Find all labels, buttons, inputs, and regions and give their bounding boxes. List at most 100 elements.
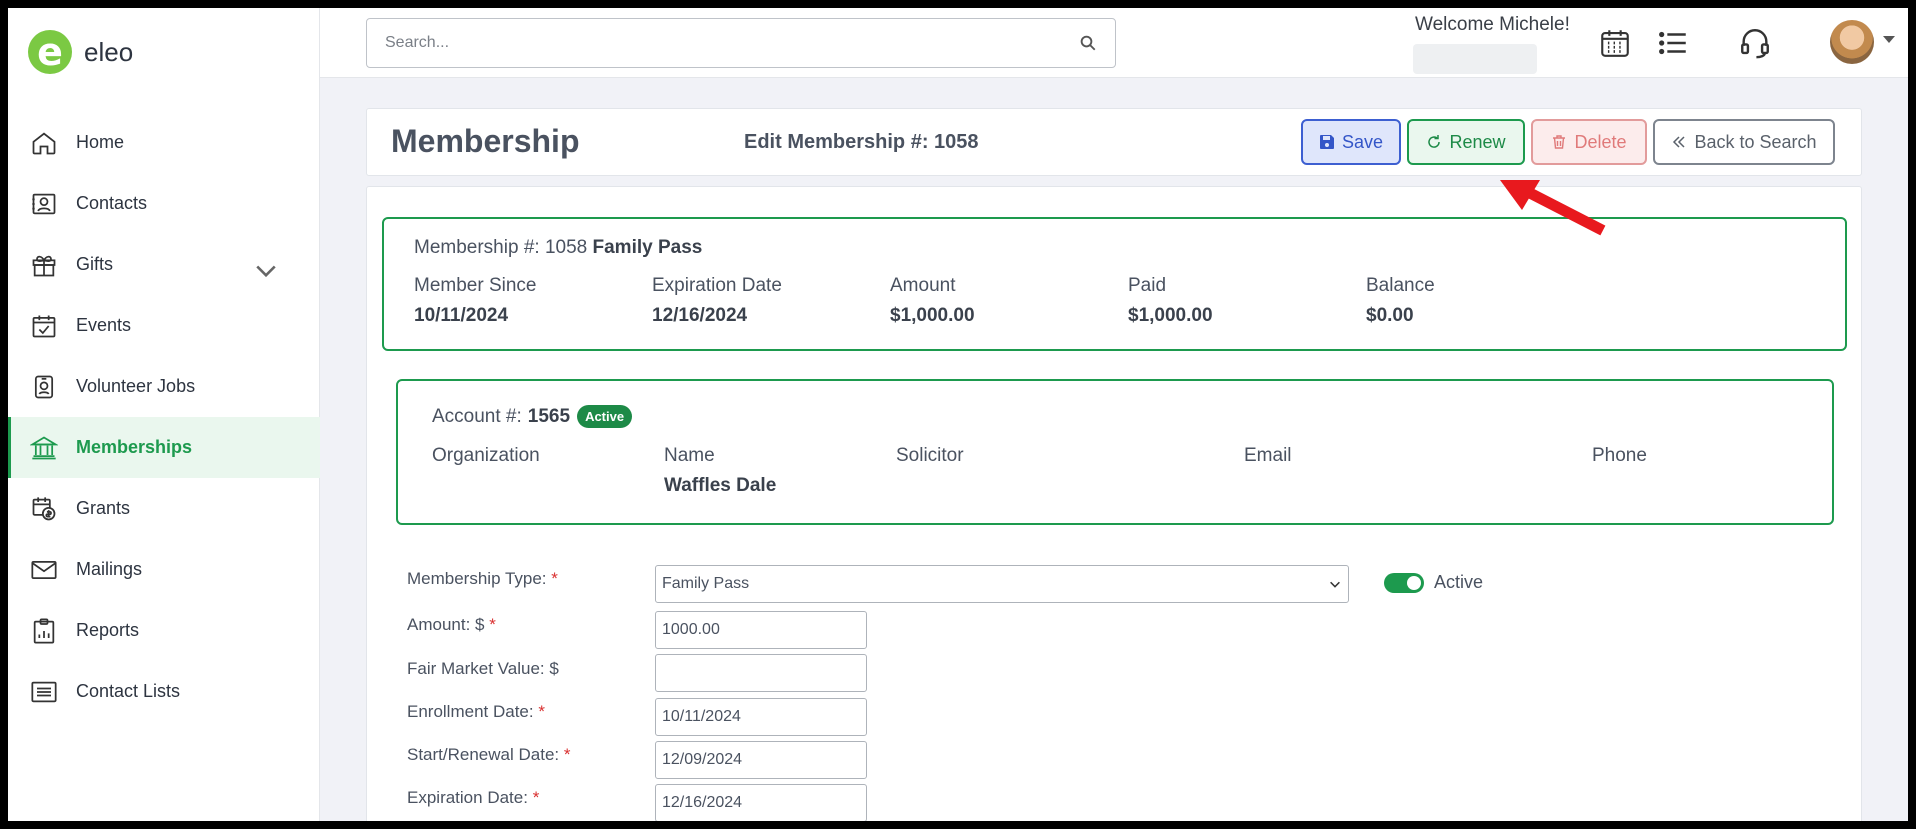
sidebar-item-label: Mailings — [76, 559, 143, 579]
label-text: Fair Market Value: $ — [407, 659, 559, 678]
membership-number-text: Membership #: 1058 — [414, 237, 588, 258]
account-label: Email — [1244, 445, 1292, 466]
fair-market-value-label: Fair Market Value: $ — [407, 659, 559, 679]
back-to-search-button[interactable]: Back to Search — [1653, 119, 1835, 165]
sidebar: e eleo Home Contacts Gifts Events Volunt… — [8, 8, 320, 821]
required-mark: * — [489, 615, 496, 634]
summary-amount: Amount $1,000.00 — [890, 275, 975, 327]
calendar-grid-icon[interactable] — [1598, 26, 1632, 60]
chevron-down-icon — [1330, 581, 1340, 588]
sidebar-item-volunteer-jobs[interactable]: Volunteer Jobs — [8, 356, 320, 417]
summary-value: $0.00 — [1366, 305, 1414, 326]
start-renewal-date-label: Start/Renewal Date: * — [407, 745, 571, 765]
enrollment-date-field — [655, 698, 869, 736]
sidebar-item-label: Reports — [76, 620, 140, 640]
summary-balance: Balance $0.00 — [1366, 275, 1435, 327]
account-name: Name Waffles Dale — [664, 445, 776, 497]
account-solicitor: Solicitor — [896, 445, 964, 475]
account-email: Email — [1244, 445, 1292, 475]
sidebar-item-contacts[interactable]: Contacts — [8, 173, 320, 234]
membership-number: Membership #: 1058 Family Pass — [414, 237, 702, 259]
avatar[interactable] — [1830, 20, 1874, 64]
fair-market-value-input[interactable] — [662, 664, 869, 682]
account-number-value[interactable]: 1565 — [528, 406, 570, 428]
sidebar-item-grants[interactable]: Grants — [8, 478, 320, 539]
sidebar-item-mailings[interactable]: Mailings — [8, 539, 320, 600]
amount-input[interactable] — [662, 621, 869, 639]
amount-field — [655, 611, 869, 649]
summary-value: $1,000.00 — [1128, 305, 1213, 326]
account-summary: Account #: 1565 Active Organization Name… — [396, 379, 1834, 525]
sidebar-item-label: Gifts — [76, 254, 114, 274]
expiration-date-field — [655, 784, 869, 821]
account-label: Phone — [1592, 445, 1647, 466]
save-button[interactable]: Save — [1301, 119, 1401, 165]
active-toggle[interactable] — [1384, 572, 1424, 593]
redacted-organization — [1413, 44, 1537, 74]
delete-button-label: Delete — [1574, 131, 1627, 152]
sidebar-item-events[interactable]: Events — [8, 295, 320, 356]
account-phone: Phone — [1592, 445, 1647, 475]
membership-type-name: Family Pass — [592, 237, 703, 258]
home-icon — [32, 132, 56, 154]
chevron-down-icon[interactable] — [252, 256, 280, 284]
sidebar-item-memberships[interactable]: Memberships — [8, 417, 320, 478]
account-prefix: Account #: — [432, 405, 522, 427]
edit-membership-title: Edit Membership #: 1058 — [744, 131, 979, 153]
summary-label: Balance — [1366, 275, 1435, 296]
sidebar-item-reports[interactable]: Reports — [8, 600, 320, 661]
search-input[interactable] — [385, 34, 1079, 52]
refresh-icon — [1428, 135, 1441, 148]
summary-value: 10/11/2024 — [414, 305, 509, 326]
app-window: e eleo Home Contacts Gifts Events Volunt… — [8, 8, 1908, 821]
expiration-date-input[interactable] — [662, 794, 869, 812]
caret-down-icon[interactable] — [1883, 36, 1895, 43]
summary-label: Member Since — [414, 275, 537, 296]
membership-type-select[interactable]: Family Pass — [655, 565, 1349, 603]
label-text: Membership Type: — [407, 569, 547, 588]
expiration-date-label: Expiration Date: * — [407, 788, 539, 808]
membership-summary: Membership #: 1058 Family Pass Member Si… — [382, 217, 1847, 351]
renew-button[interactable]: Renew — [1407, 119, 1525, 165]
bank-icon — [30, 435, 58, 459]
sidebar-item-gifts[interactable]: Gifts — [8, 234, 320, 295]
required-mark: * — [532, 788, 540, 807]
start-renewal-date-input[interactable] — [662, 751, 869, 769]
active-toggle-label: Active — [1434, 572, 1484, 592]
badge-icon — [34, 375, 54, 398]
sidebar-nav: Home Contacts Gifts Events Volunteer Job… — [8, 112, 320, 722]
delete-button[interactable]: Delete — [1531, 119, 1647, 165]
enrollment-date-input[interactable] — [662, 708, 869, 726]
search-icon[interactable] — [1079, 34, 1097, 52]
account-number: Account #: 1565 Active — [432, 405, 633, 428]
sidebar-item-label: Contact Lists — [76, 681, 181, 701]
list-icon — [31, 681, 57, 702]
calendar-check-icon — [32, 315, 56, 337]
logo[interactable]: e eleo — [28, 30, 133, 74]
renew-button-label: Renew — [1449, 131, 1506, 152]
sidebar-item-contact-lists[interactable]: Contact Lists — [8, 661, 320, 722]
list-view-icon[interactable] — [1656, 26, 1690, 60]
headset-icon[interactable] — [1738, 26, 1772, 60]
summary-paid: Paid $1,000.00 — [1128, 275, 1213, 327]
search-box — [366, 18, 1116, 68]
summary-value: $1,000.00 — [890, 305, 975, 326]
contact-card-icon — [32, 193, 56, 214]
amount-label: Amount: $ * — [407, 615, 496, 635]
sidebar-item-label: Memberships — [76, 437, 193, 457]
status-badge: Active — [577, 405, 633, 428]
envelope-icon — [31, 560, 57, 579]
sidebar-item-label: Grants — [76, 498, 131, 518]
trash-icon — [1553, 135, 1566, 149]
summary-label: Paid — [1128, 275, 1167, 296]
account-label: Name — [664, 445, 715, 466]
logo-text: eleo — [84, 36, 134, 67]
account-label: Solicitor — [896, 445, 964, 466]
account-value[interactable]: Waffles Dale — [664, 475, 776, 497]
active-toggle-group: Active — [1384, 572, 1483, 593]
page-header: Membership Edit Membership #: 1058 Save … — [366, 108, 1862, 176]
summary-value: 12/16/2024 — [652, 305, 748, 326]
floppy-disk-icon — [1319, 135, 1334, 149]
sidebar-item-home[interactable]: Home — [8, 112, 320, 173]
sidebar-item-label: Home — [76, 132, 125, 152]
